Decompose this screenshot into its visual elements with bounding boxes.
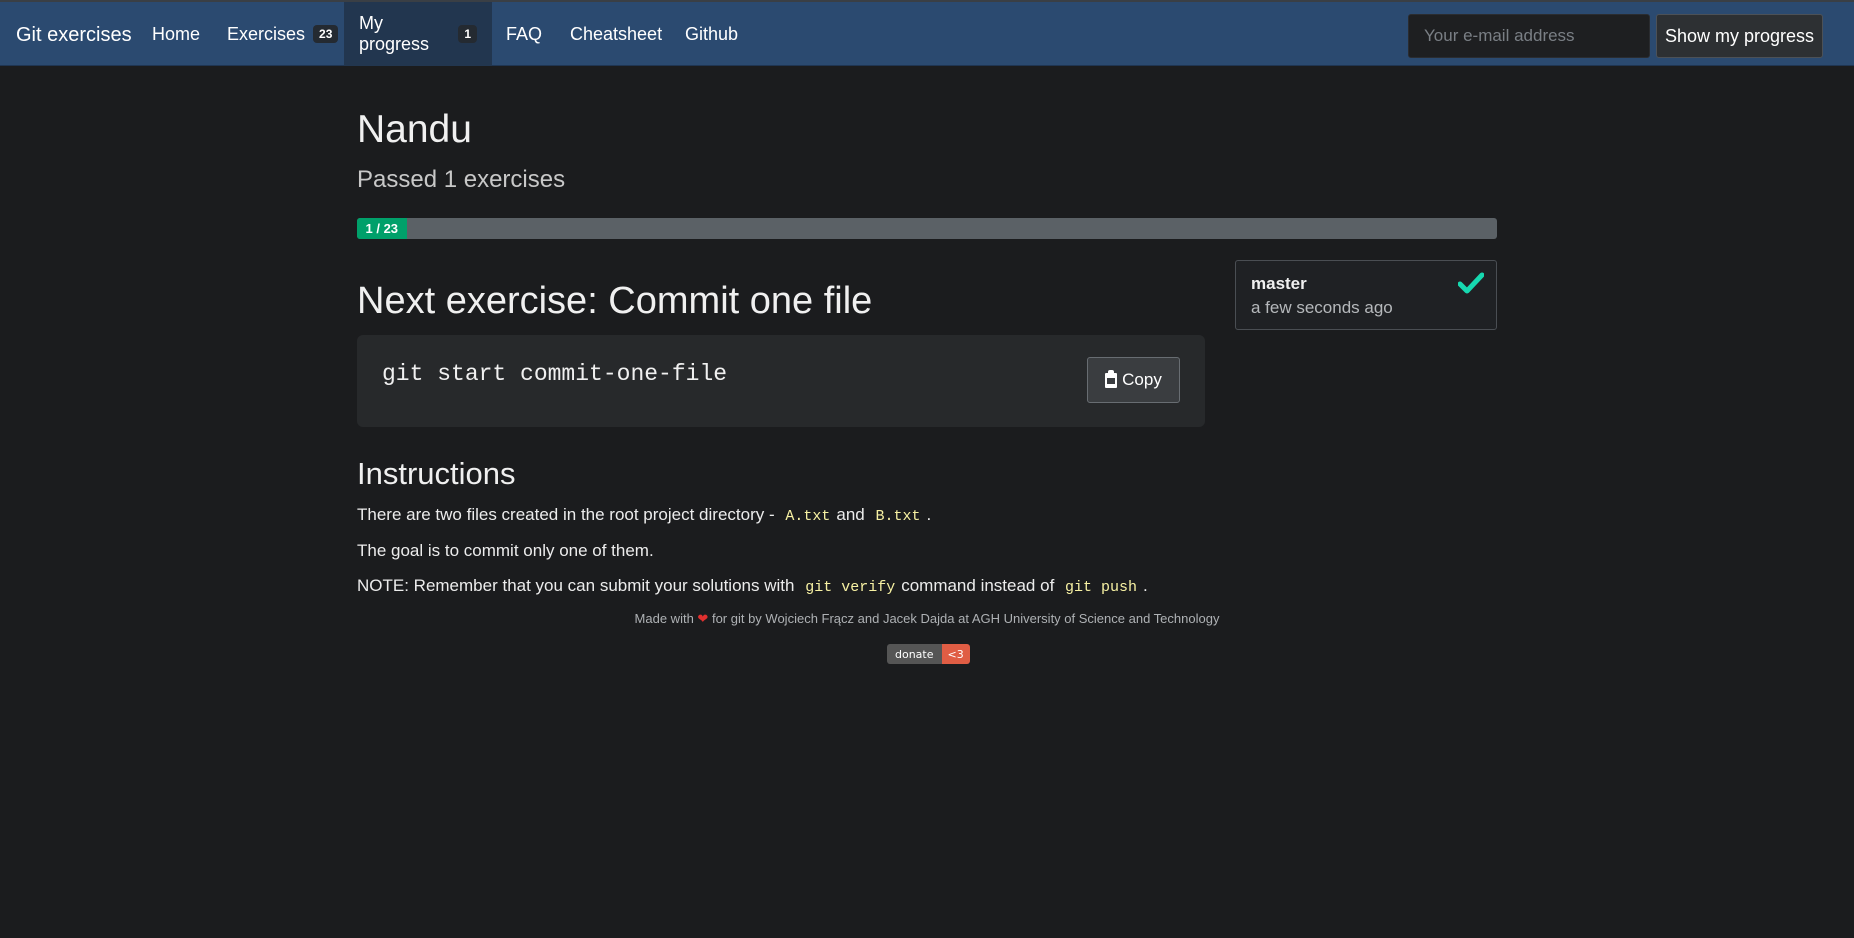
- progress-label: 1 / 23: [365, 221, 399, 236]
- clipboard-icon: [1105, 369, 1118, 388]
- nav-home-label: Home: [152, 23, 201, 44]
- nav-github-label: Github: [685, 23, 739, 44]
- git-push-code: git push: [1065, 579, 1138, 596]
- nav-faq-label: FAQ: [506, 23, 543, 44]
- branch-time: a few seconds ago: [1251, 298, 1393, 317]
- line3-mid: command instead of: [901, 576, 1055, 595]
- progress-bar-fill: 1 / 23: [357, 218, 407, 239]
- branch-status-card: master a few seconds ago: [1235, 260, 1497, 330]
- command-box: git start commit-one-file Copy: [357, 335, 1205, 427]
- file-b-code: B.txt: [875, 508, 921, 525]
- next-exercise-title: Next exercise: Commit one file: [357, 280, 873, 322]
- brand-link[interactable]: Git exercises: [16, 24, 132, 47]
- nav-exercises[interactable]: Exercises 23: [212, 2, 353, 66]
- nav-my-progress[interactable]: My progress 1: [344, 2, 492, 66]
- donate-label: donate: [887, 644, 942, 664]
- nav-github[interactable]: Github: [670, 2, 753, 66]
- donate-heart-label: <3: [941, 644, 970, 664]
- nav-exercises-label: Exercises: [227, 23, 306, 44]
- check-icon: [1458, 272, 1484, 294]
- start-command[interactable]: git start commit-one-file: [382, 361, 727, 387]
- passed-count-text: Passed 1 exercises: [357, 166, 566, 193]
- exercises-count-badge: 23: [313, 25, 339, 43]
- line1-and: and: [836, 505, 865, 524]
- line3-end: .: [1143, 576, 1148, 595]
- nav-my-progress-label: My progress: [359, 13, 430, 54]
- instruction-line-2: The goal is to commit only one of them.: [357, 541, 654, 560]
- footer-made-with: Made with: [634, 611, 694, 626]
- branch-name: master: [1251, 274, 1307, 293]
- line3-text: NOTE: Remember that you can submit your …: [357, 576, 795, 595]
- nav-cheatsheet[interactable]: Cheatsheet: [555, 2, 677, 66]
- git-verify-code: git verify: [805, 579, 896, 596]
- heart-icon: ❤: [697, 611, 709, 626]
- line1-text: There are two files created in the root …: [357, 505, 775, 524]
- copy-button[interactable]: Copy: [1087, 357, 1180, 403]
- copy-button-label: Copy: [1122, 370, 1162, 389]
- email-input[interactable]: [1408, 14, 1650, 58]
- line1-end: .: [926, 505, 932, 524]
- nav-home[interactable]: Home: [137, 2, 215, 66]
- instruction-line-3: NOTE: Remember that you can submit your …: [357, 576, 1148, 596]
- progress-bar: 1 / 23: [357, 218, 1497, 239]
- instructions-heading: Instructions: [357, 456, 516, 491]
- donate-badge[interactable]: donate <3: [887, 644, 970, 664]
- instruction-line-1: There are two files created in the root …: [357, 505, 931, 525]
- file-a-code: A.txt: [785, 508, 831, 525]
- top-navbar: Git exercises Home Exercises 23 My progr…: [0, 0, 1854, 66]
- footer-rest: for git by Wojciech Frącz and Jacek Dajd…: [711, 611, 1220, 626]
- progress-count-badge: 1: [458, 25, 477, 43]
- nav-cheatsheet-label: Cheatsheet: [570, 23, 663, 44]
- user-name-heading: Nandu: [357, 108, 472, 151]
- nav-faq[interactable]: FAQ: [491, 2, 557, 66]
- show-my-progress-button[interactable]: Show my progress: [1656, 14, 1823, 58]
- footer-credits: Made with ❤ for git by Wojciech Frącz an…: [357, 611, 1497, 627]
